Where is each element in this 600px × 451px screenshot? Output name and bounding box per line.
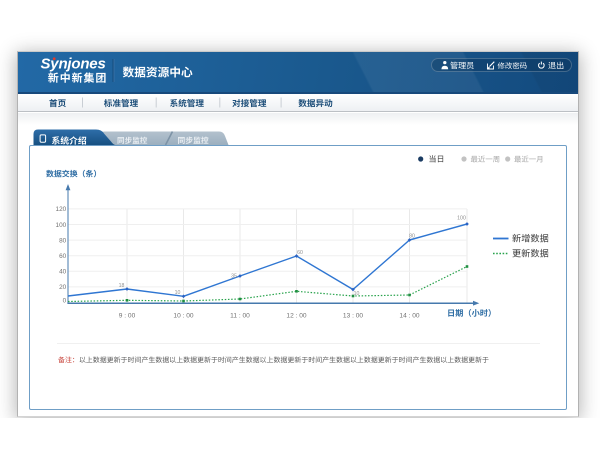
svg-text:20: 20 [59,284,67,291]
svg-text:35: 35 [231,273,237,279]
svg-text:60: 60 [297,250,303,256]
svg-text:14 : 00: 14 : 00 [399,313,419,320]
svg-text:80: 80 [409,233,415,239]
svg-text:10 : 00: 10 : 00 [173,313,193,320]
svg-text:10: 10 [354,291,360,297]
svg-text:100: 100 [457,216,466,222]
svg-text:10: 10 [175,290,181,296]
svg-text:18: 18 [119,283,125,289]
svg-text:40: 40 [59,269,67,276]
svg-text:9 : 00: 9 : 00 [119,313,136,320]
svg-text:12 : 00: 12 : 00 [286,313,306,320]
svg-text:100: 100 [56,222,67,229]
svg-text:13 : 00: 13 : 00 [343,313,363,320]
svg-text:120: 120 [56,206,67,213]
svg-text:Synjones: Synjones [41,56,106,73]
svg-text:60: 60 [59,253,67,260]
svg-text:11 : 00: 11 : 00 [230,313,250,320]
svg-text:80: 80 [59,237,67,244]
svg-text:0: 0 [63,298,67,305]
